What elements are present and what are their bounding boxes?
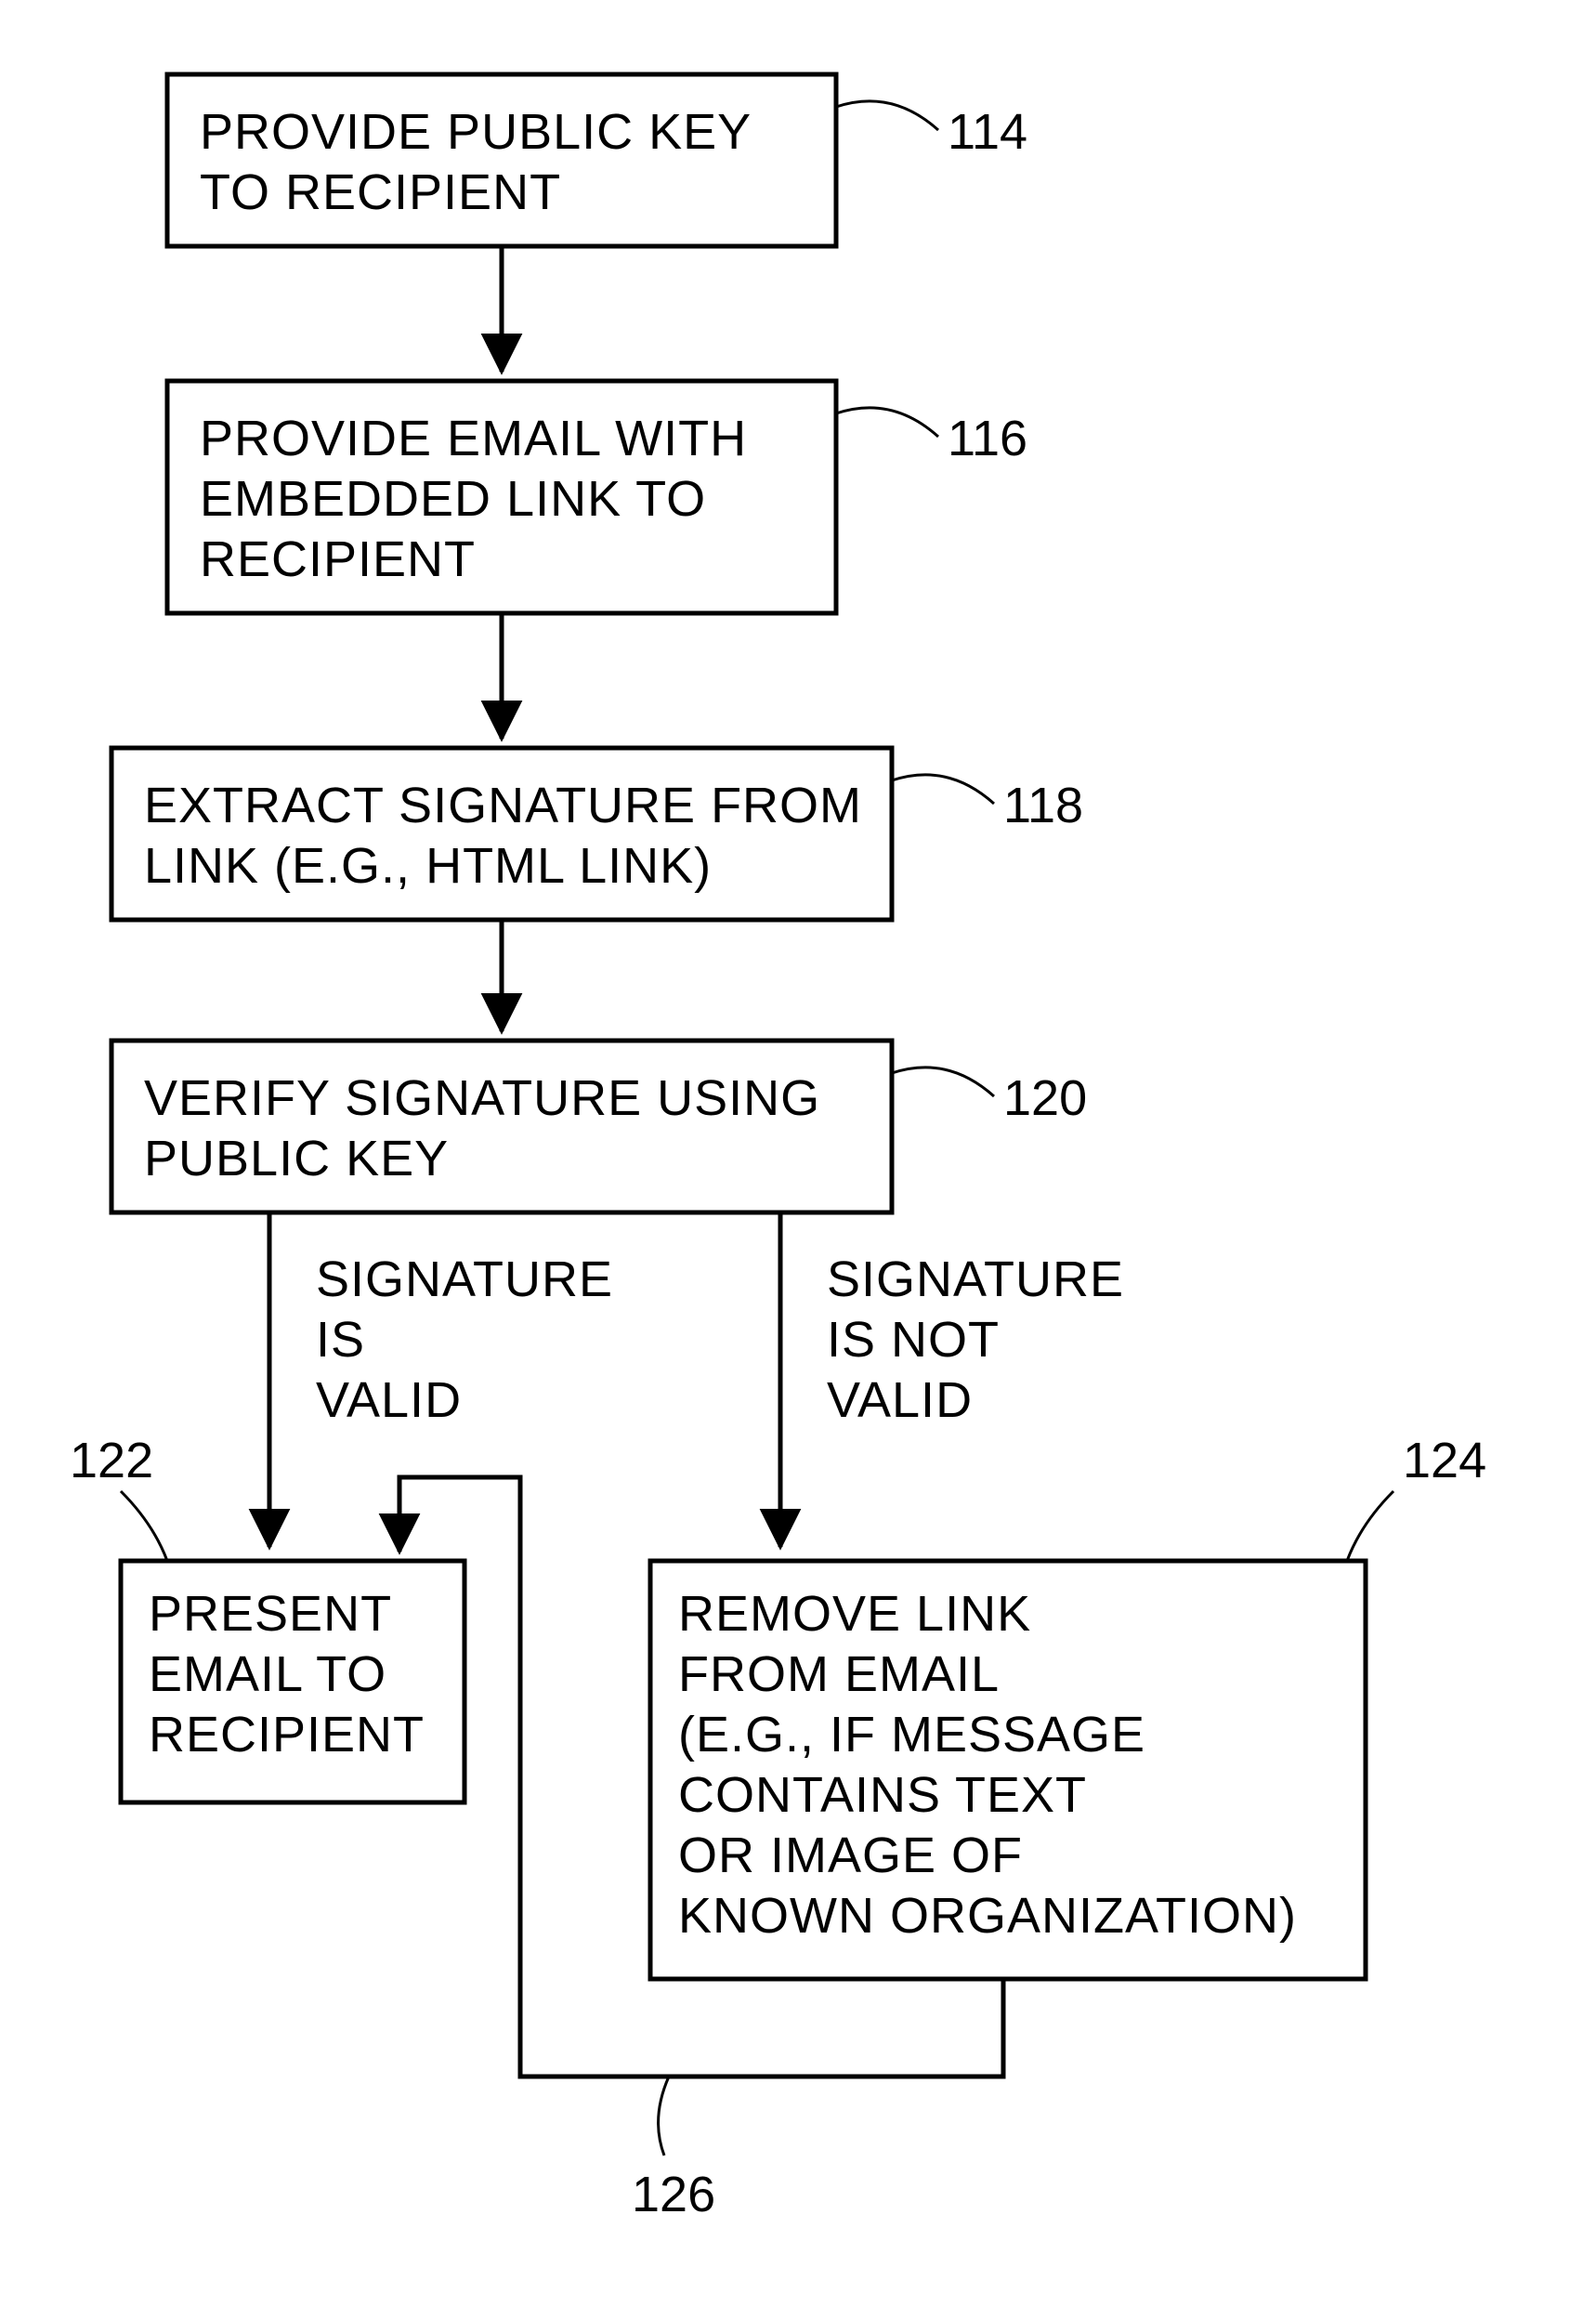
edge-text: VALID	[827, 1372, 973, 1428]
edge-text: IS	[316, 1312, 365, 1368]
step-text: (E.G., IF MESSAGE	[678, 1707, 1145, 1762]
step-provide-email: PROVIDE EMAIL WITH EMBEDDED LINK TO RECI…	[167, 381, 1027, 613]
step-provide-public-key: PROVIDE PUBLIC KEY TO RECIPIENT 114	[167, 74, 1027, 246]
step-text: VERIFY SIGNATURE USING	[144, 1070, 820, 1126]
edge-text: VALID	[316, 1372, 462, 1428]
step-text: KNOWN ORGANIZATION)	[678, 1888, 1297, 1944]
edge-label-valid: SIGNATURE IS VALID	[316, 1251, 613, 1428]
step-text: EXTRACT SIGNATURE FROM	[144, 778, 862, 833]
step-text: PRESENT	[149, 1586, 392, 1642]
ref-label: 122	[70, 1433, 153, 1488]
ref-label: 124	[1403, 1433, 1486, 1488]
step-text: EMAIL TO	[149, 1646, 386, 1702]
step-text: PROVIDE PUBLIC KEY	[200, 104, 752, 160]
edge-text: SIGNATURE	[827, 1251, 1124, 1307]
step-text: LINK (E.G., HTML LINK)	[144, 838, 712, 894]
ref-124: 124	[1347, 1433, 1486, 1561]
step-text: RECIPIENT	[149, 1707, 425, 1762]
ref-126: 126	[632, 2077, 715, 2222]
step-extract-signature: EXTRACT SIGNATURE FROM LINK (E.G., HTML …	[111, 748, 1083, 920]
ref-label: 118	[1003, 778, 1083, 833]
step-present-email: PRESENT EMAIL TO RECIPIENT	[121, 1561, 464, 1802]
ref-label: 116	[948, 411, 1027, 466]
step-remove-link: REMOVE LINK FROM EMAIL (E.G., IF MESSAGE…	[650, 1561, 1366, 1979]
ref-label: 126	[632, 2167, 715, 2222]
step-text: EMBEDDED LINK TO	[200, 471, 706, 527]
ref-label: 114	[948, 104, 1027, 160]
step-text: PUBLIC KEY	[144, 1131, 449, 1186]
step-text: FROM EMAIL	[678, 1646, 1000, 1702]
step-verify-signature: VERIFY SIGNATURE USING PUBLIC KEY 120	[111, 1041, 1087, 1212]
step-text: PROVIDE EMAIL WITH	[200, 411, 747, 466]
ref-label: 120	[1003, 1070, 1087, 1126]
flowchart: PROVIDE PUBLIC KEY TO RECIPIENT 114 PROV…	[0, 0, 1596, 2306]
step-text: OR IMAGE OF	[678, 1828, 1023, 1883]
edge-text: SIGNATURE	[316, 1251, 613, 1307]
step-text: CONTAINS TEXT	[678, 1767, 1087, 1823]
step-text: RECIPIENT	[200, 531, 476, 587]
step-text: REMOVE LINK	[678, 1586, 1031, 1642]
step-text: TO RECIPIENT	[200, 164, 561, 220]
ref-122: 122	[70, 1433, 167, 1561]
edge-text: IS NOT	[827, 1312, 1000, 1368]
edge-label-invalid: SIGNATURE IS NOT VALID	[827, 1251, 1124, 1428]
